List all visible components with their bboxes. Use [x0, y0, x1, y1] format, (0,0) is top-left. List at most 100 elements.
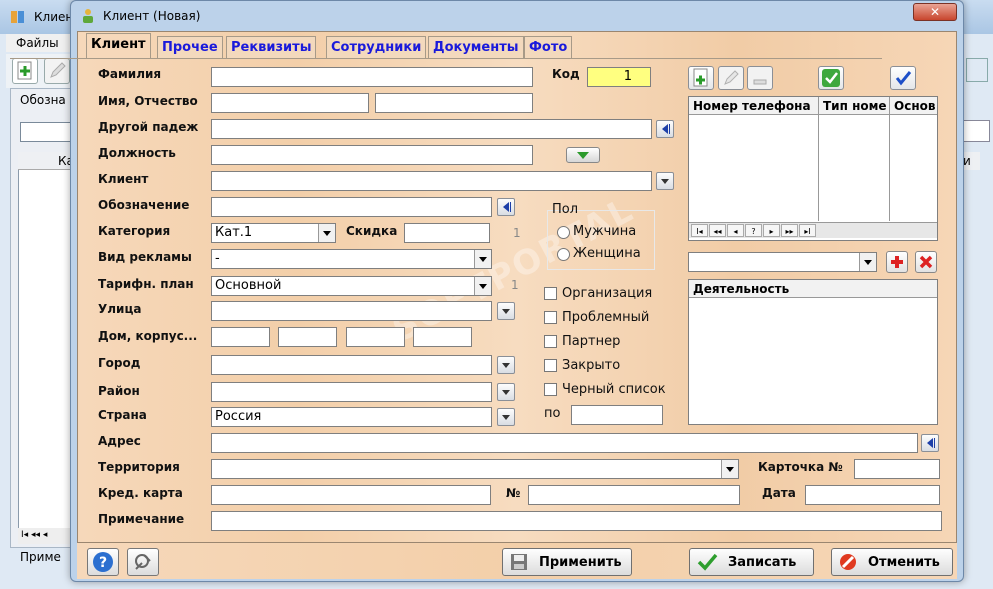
drugoy-padezh-input[interactable] [211, 119, 652, 139]
rayon-dropdown-button[interactable] [497, 383, 515, 401]
check-icon [697, 553, 718, 571]
kod-input[interactable]: 1 [587, 67, 651, 87]
bg-edit-button[interactable] [44, 58, 70, 84]
deyatelnost-header[interactable]: Деятельность [689, 280, 937, 298]
label-vid-reklamy: Вид рекламы [98, 250, 192, 264]
territoriya-select[interactable] [211, 459, 739, 479]
minus-icon [753, 79, 767, 85]
phone-edit-button[interactable] [718, 66, 744, 90]
checkbox-problemnyy[interactable] [544, 311, 557, 324]
deyatelnost-grid[interactable]: Деятельность [688, 279, 938, 425]
kred-nomer-input[interactable] [528, 485, 740, 505]
deyatelnost-select[interactable] [688, 252, 877, 272]
radio-muzhchina[interactable] [557, 226, 570, 239]
label-kategoriya: Категория [98, 224, 171, 238]
tab-photo[interactable]: Фото [524, 36, 573, 58]
checkbox-zakryto[interactable] [544, 359, 557, 372]
background-right-edge [960, 34, 993, 589]
delete-x-icon [919, 255, 933, 269]
imya-input[interactable] [211, 93, 369, 113]
stroenie-input[interactable] [346, 327, 405, 347]
oboznachenie-input[interactable] [211, 197, 492, 217]
otchestvo-input[interactable] [375, 93, 533, 113]
label-adres: Адрес [98, 434, 141, 448]
rayon-input[interactable] [211, 382, 492, 402]
background-right-input[interactable] [962, 120, 990, 142]
ulica-dropdown-button[interactable] [497, 302, 515, 320]
kred-karta-input[interactable] [211, 485, 491, 505]
label-data: Дата [762, 486, 796, 500]
nav-prev[interactable]: ◂ [727, 224, 744, 237]
data-input[interactable] [805, 485, 940, 505]
korpus-input[interactable] [278, 327, 337, 347]
nav-last[interactable]: ▸I [799, 224, 816, 237]
phone-header-type[interactable]: Тип номе [819, 97, 890, 115]
dialog-title-bar[interactable]: Клиент (Новая) ✕ [71, 1, 963, 31]
tab-requisites[interactable]: Реквизиты [226, 36, 317, 58]
gorod-dropdown-button[interactable] [497, 356, 515, 374]
vid-reklamy-select[interactable]: - [211, 249, 492, 269]
bg-add-button[interactable] [12, 58, 38, 84]
deyatelnost-delete-button[interactable] [915, 251, 937, 273]
menu-files[interactable]: Файлы [16, 36, 59, 50]
nav-prev-page[interactable]: ◂◂ [709, 224, 726, 237]
ulica-input[interactable] [211, 301, 492, 321]
checkbox-organizaciya-label: Организация [562, 286, 653, 301]
adres-button[interactable] [921, 434, 939, 452]
familiya-input[interactable] [211, 67, 533, 87]
skidka-input[interactable] [404, 223, 490, 243]
add-doc-icon [693, 68, 708, 87]
phone-call-button[interactable] [818, 66, 844, 90]
drugoy-padezh-button[interactable] [656, 120, 674, 138]
phone-header-main[interactable]: Основ [890, 97, 937, 115]
checkbox-organizaciya[interactable] [544, 287, 557, 300]
oboznachenie-button[interactable] [497, 198, 515, 216]
strana-input[interactable]: Россия [211, 407, 492, 427]
tab-employees[interactable]: Сотрудники [326, 36, 427, 58]
settings-button[interactable] [127, 548, 159, 576]
phone-add-button[interactable] [688, 66, 714, 90]
phone-confirm-button[interactable] [890, 66, 916, 90]
add-doc-icon [17, 61, 32, 80]
skidka-extra: 1 [513, 226, 521, 240]
phone-grid[interactable]: Номер телефона Тип номе Основ I◂ ◂◂ ◂ ? … [688, 96, 938, 241]
dolzhnost-dropdown-button[interactable] [566, 147, 600, 163]
apply-button[interactable]: Применить [502, 548, 632, 576]
kategoriya-select[interactable]: Кат.1 [211, 223, 336, 243]
nav-next[interactable]: ▸ [763, 224, 780, 237]
tarif-select[interactable]: Основной [211, 276, 492, 296]
label-territoriya: Территория [98, 460, 180, 474]
gorod-input[interactable] [211, 355, 492, 375]
strana-dropdown-button[interactable] [497, 408, 515, 426]
phone-header-number[interactable]: Номер телефона [689, 97, 819, 115]
kvartira-input[interactable] [413, 327, 472, 347]
dolzhnost-input[interactable] [211, 145, 533, 165]
cancel-button[interactable]: Отменить [831, 548, 953, 576]
phone-grid-nav: I◂ ◂◂ ◂ ? ▸ ▸▸ ▸I [689, 222, 937, 238]
pencil-icon [50, 62, 66, 78]
po-input[interactable] [571, 405, 663, 425]
dom-input[interactable] [211, 327, 270, 347]
radio-zhenshchina[interactable] [557, 248, 570, 261]
help-button[interactable]: ? [87, 548, 119, 576]
primechanie-input[interactable] [211, 511, 942, 531]
deyatelnost-add-button[interactable] [886, 251, 908, 273]
checkbox-chernyy-spisok[interactable] [544, 383, 557, 396]
kartochka-input[interactable] [854, 459, 940, 479]
label-familiya: Фамилия [98, 67, 162, 81]
close-button[interactable]: ✕ [913, 3, 957, 21]
nav-first[interactable]: I◂ [691, 224, 708, 237]
klient-input[interactable] [211, 171, 652, 191]
tab-documents[interactable]: Документы [428, 36, 524, 58]
tab-client[interactable]: Клиент [86, 33, 151, 59]
checkbox-partner[interactable] [544, 335, 557, 348]
label-imya: Имя, Отчество [98, 94, 198, 108]
klient-dropdown-button[interactable] [656, 172, 674, 190]
tab-other[interactable]: Прочее [157, 36, 223, 58]
nav-next-page[interactable]: ▸▸ [781, 224, 798, 237]
background-right-button[interactable] [966, 58, 988, 82]
phone-delete-button[interactable] [747, 66, 773, 90]
adres-input[interactable] [211, 433, 918, 453]
save-button[interactable]: Записать [689, 548, 814, 576]
nav-search[interactable]: ? [745, 224, 762, 237]
